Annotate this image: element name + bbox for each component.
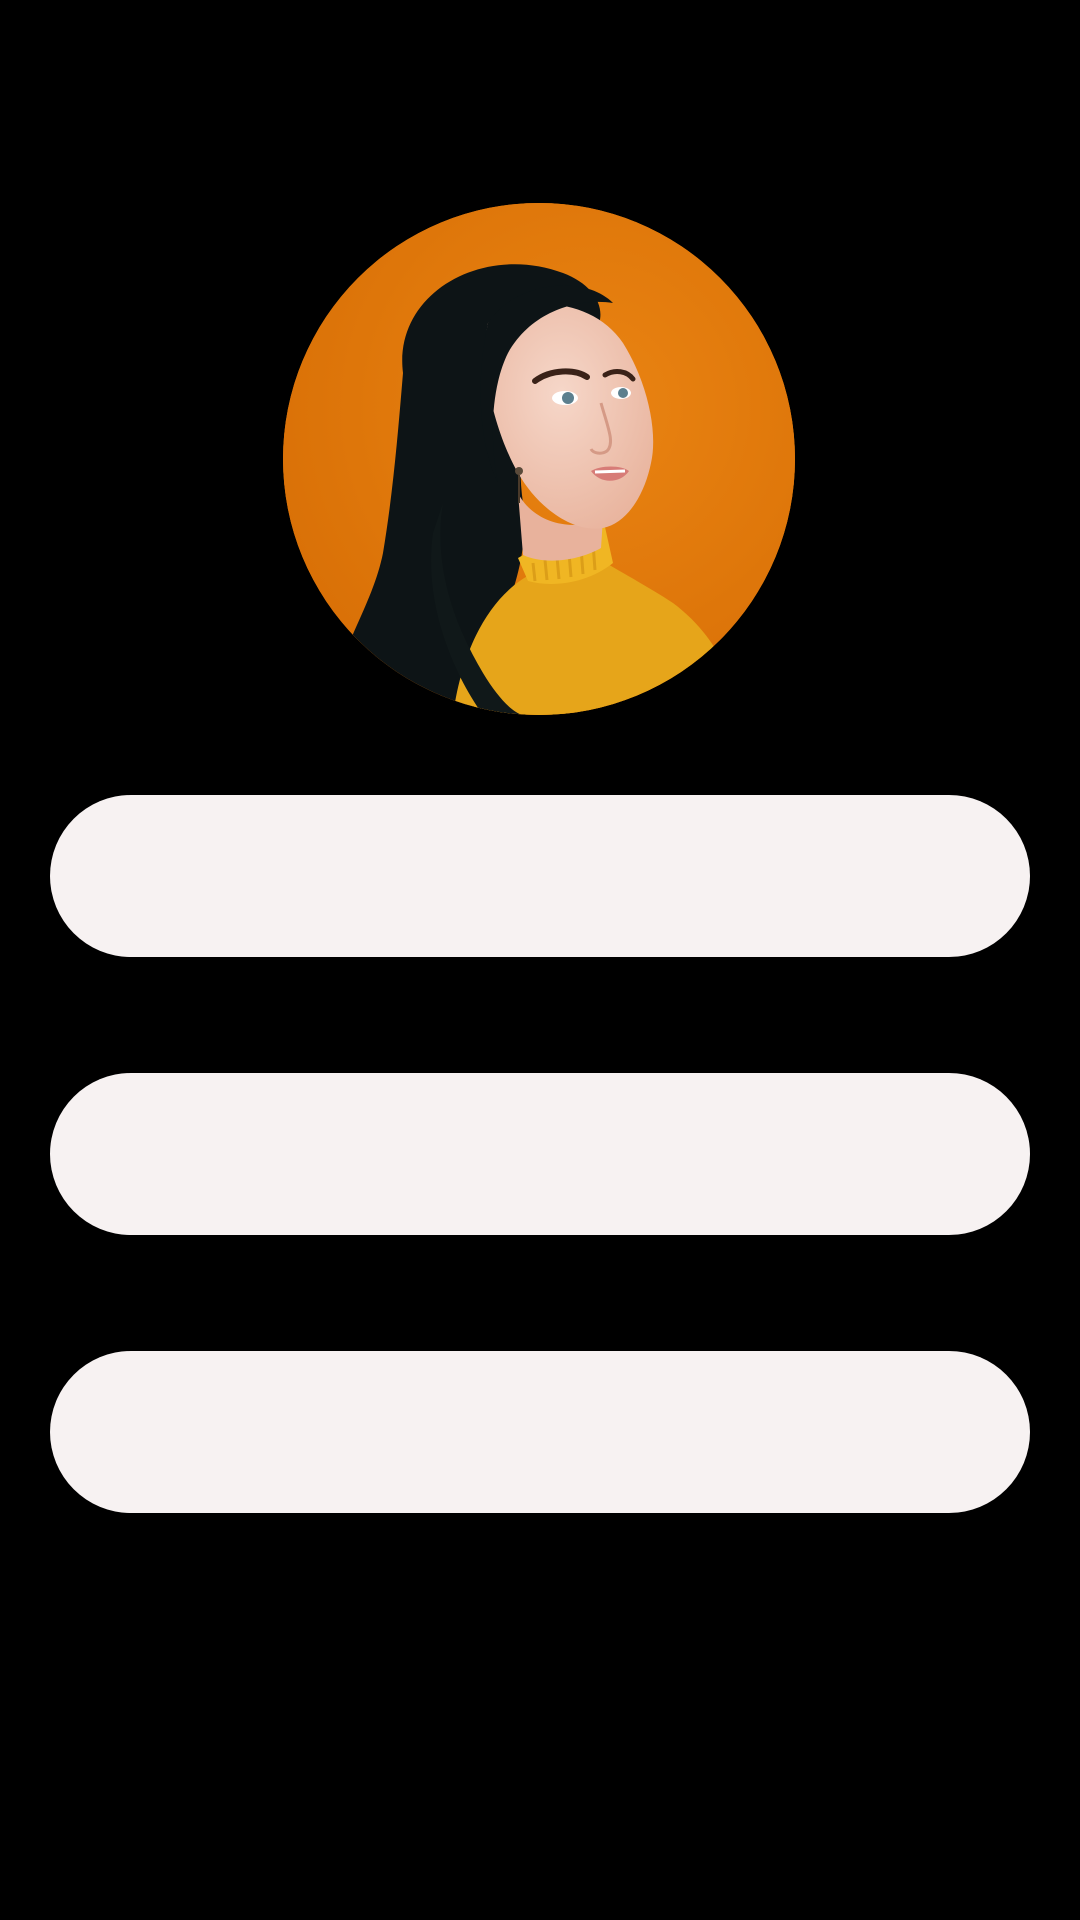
menu-button-3[interactable] (50, 1351, 1030, 1513)
profile-photo-illustration (283, 203, 795, 715)
menu-button-2[interactable] (50, 1073, 1030, 1235)
menu-button-1[interactable] (50, 795, 1030, 957)
profile-avatar (283, 203, 795, 715)
profile-screen (0, 0, 1080, 1920)
